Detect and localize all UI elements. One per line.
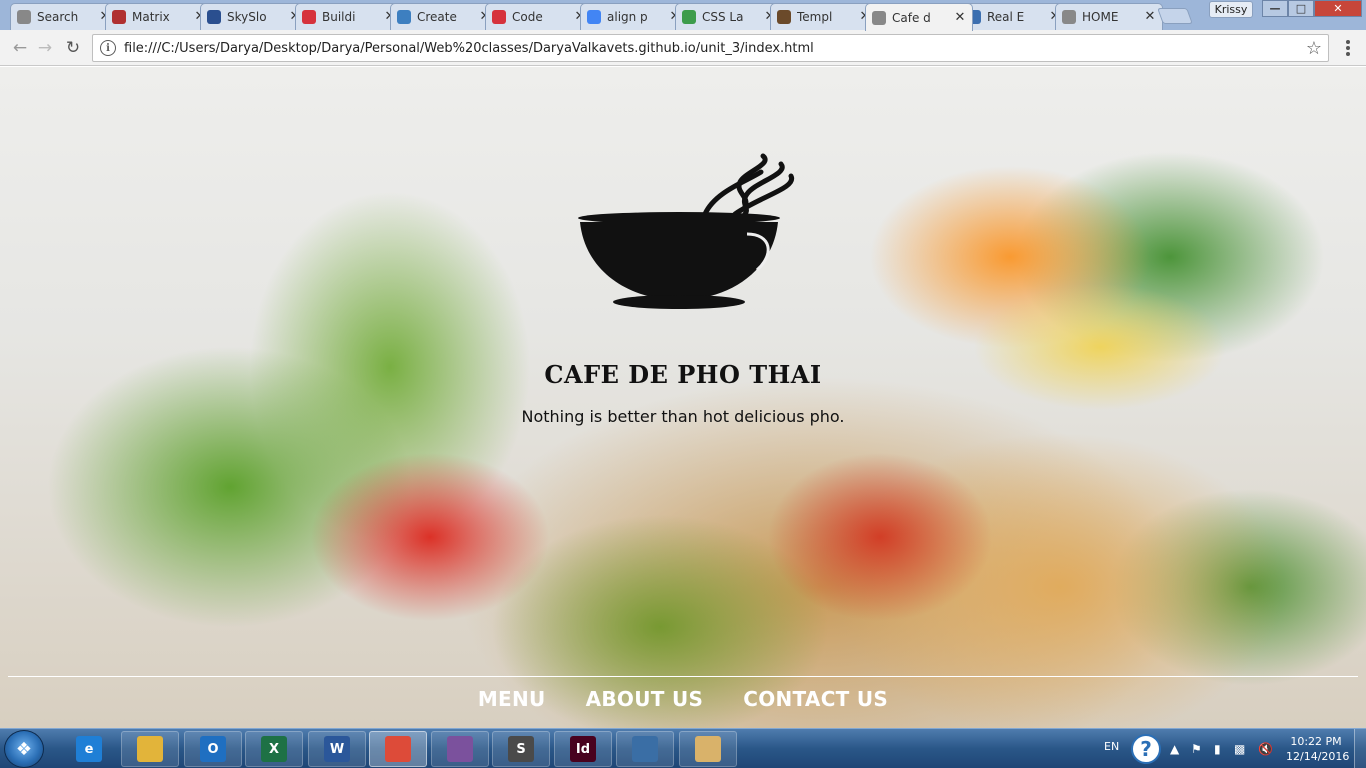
reload-button[interactable]: ↻ [63,38,83,58]
taskbar-button[interactable] [679,731,737,767]
indesign-icon: Id [570,736,596,762]
nav-divider [8,676,1358,677]
browser-tab[interactable]: Create✕ [390,3,498,30]
ga-icon [302,10,316,24]
browser-toolbar: ← → ↻ i file:///C:/Users/Darya/Desktop/D… [0,30,1366,66]
hero-background: CAFE DE PHO THAI Nothing is better than … [0,67,1366,728]
browser-tab[interactable]: Templ✕ [770,3,878,30]
viber-icon [447,736,473,762]
action-center-flag-icon[interactable]: ⚑ [1191,742,1202,756]
clock-date: 12/14/2016 [1286,750,1350,763]
help-icon[interactable]: ? [1131,734,1161,764]
nav-link-contact-us[interactable]: CONTACT US [743,687,888,711]
tab-title: Matrix [132,10,170,24]
skyslope-icon [397,10,411,24]
windows-taskbar: ❖ e O X W S Id EN ? ▲ ⚑ ▮ ▩ 🔇 10:22 PM 12/14/… [0,728,1366,768]
browser-tab[interactable]: SkySlo✕ [200,3,308,30]
back-button[interactable]: ← [10,38,30,58]
css-icon [682,10,696,24]
taskbar-button[interactable]: O [184,731,242,767]
browser-tab[interactable]: Cafe d ✕ [865,3,973,31]
network-icon[interactable]: ▩ [1234,742,1245,756]
show-desktop-button[interactable] [1354,729,1366,768]
browser-tab-strip: Search✕Matrix✕SkySlo✕Buildi✕Create✕Code✕… [0,0,1366,31]
site-tagline: Nothing is better than hot delicious pho… [521,407,845,426]
new-tab-button[interactable] [1157,8,1193,24]
bookmark-star-icon[interactable]: ☆ [1306,38,1322,59]
site-title: CAFE DE PHO THAI [544,360,822,389]
tab-title: Create [417,10,457,24]
browser-tab[interactable]: Real E✕ [960,3,1068,30]
show-hidden-icons-icon[interactable]: ▲ [1170,742,1179,756]
page-icon [872,10,886,25]
taskbar-button[interactable] [431,731,489,767]
page-viewport: CAFE DE PHO THAI Nothing is better than … [0,67,1366,728]
language-indicator[interactable]: EN [1104,740,1119,753]
clock[interactable]: 10:22 PM 12/14/2016 [1286,734,1350,764]
maximize-button[interactable]: □ [1288,0,1314,17]
taskbar-button[interactable]: W [308,731,366,767]
browser-tab[interactable]: Buildi✕ [295,3,403,30]
nav-link-menu[interactable]: MENU [478,687,546,711]
close-window-button[interactable]: ✕ [1314,0,1362,17]
browser-tab[interactable]: CSS La✕ [675,3,783,30]
chrome-icon [385,736,411,762]
skyslope-icon [207,10,221,24]
matrix-icon [112,10,126,24]
google-icon [587,10,601,24]
taskbar-button[interactable]: X [245,731,303,767]
outlook-icon: O [200,736,226,762]
ga-icon [492,10,506,24]
sublime-text-icon: S [508,736,534,762]
taskbar-button[interactable]: Id [554,731,612,767]
taskbar-button[interactable]: S [492,731,550,767]
taskbar-button[interactable] [369,731,427,767]
browser-tab[interactable]: align p✕ [580,3,688,30]
forward-button[interactable]: → [35,38,55,58]
internet-explorer-icon: e [76,736,102,762]
page-icon [1062,10,1076,24]
volume-muted-icon[interactable]: 🔇 [1258,742,1273,756]
page-icon [17,10,31,24]
excel-icon: X [261,736,287,762]
paint-icon [695,736,721,762]
file-explorer-icon [137,736,163,762]
tab-close-icon[interactable]: ✕ [954,11,966,24]
tab-title: CSS La [702,10,744,24]
tab-close-icon[interactable]: ✕ [1144,10,1156,23]
tab-title: Search [37,10,79,24]
template-icon [777,10,791,24]
taskbar-button[interactable] [121,731,179,767]
browser-tab[interactable]: HOME ✕ [1055,3,1163,30]
tab-title: Templ [797,10,833,24]
browser-tab[interactable]: Matrix✕ [105,3,213,30]
remote-desktop-icon [632,736,658,762]
info-icon[interactable]: i [100,40,116,56]
clock-time: 10:22 PM [1290,735,1342,748]
taskbar-button[interactable] [616,731,674,767]
word-icon: W [324,736,350,762]
browser-tab[interactable]: Code✕ [485,3,593,30]
tab-title: SkySlo [227,10,267,24]
site-nav: MENU ABOUT US CONTACT US [0,687,1366,711]
url-text[interactable]: file:///C:/Users/Darya/Desktop/Darya/Per… [124,41,814,56]
system-tray: EN ? ▲ ⚑ ▮ ▩ 🔇 10:22 PM 12/14/2016 [1086,729,1366,768]
nav-link-about-us[interactable]: ABOUT US [586,687,704,711]
tab-title: align p [607,10,648,24]
browser-menu-icon[interactable] [1340,38,1356,58]
profile-button[interactable]: Krissy [1209,1,1253,18]
tab-title: Cafe d [892,10,931,25]
minimize-button[interactable]: — [1262,0,1288,17]
browser-tab[interactable]: Search✕ [10,3,118,30]
battery-icon[interactable]: ▮ [1214,742,1221,756]
tab-title: HOME [1082,10,1119,24]
address-bar[interactable]: i file:///C:/Users/Darya/Desktop/Darya/P… [92,34,1329,62]
pho-bowl-icon [578,153,795,309]
tab-title: Code [512,10,543,24]
taskbar-button[interactable]: e [60,731,118,767]
start-button[interactable]: ❖ [4,730,44,768]
tab-title: Buildi [322,10,356,24]
tab-title: Real E [987,10,1025,24]
